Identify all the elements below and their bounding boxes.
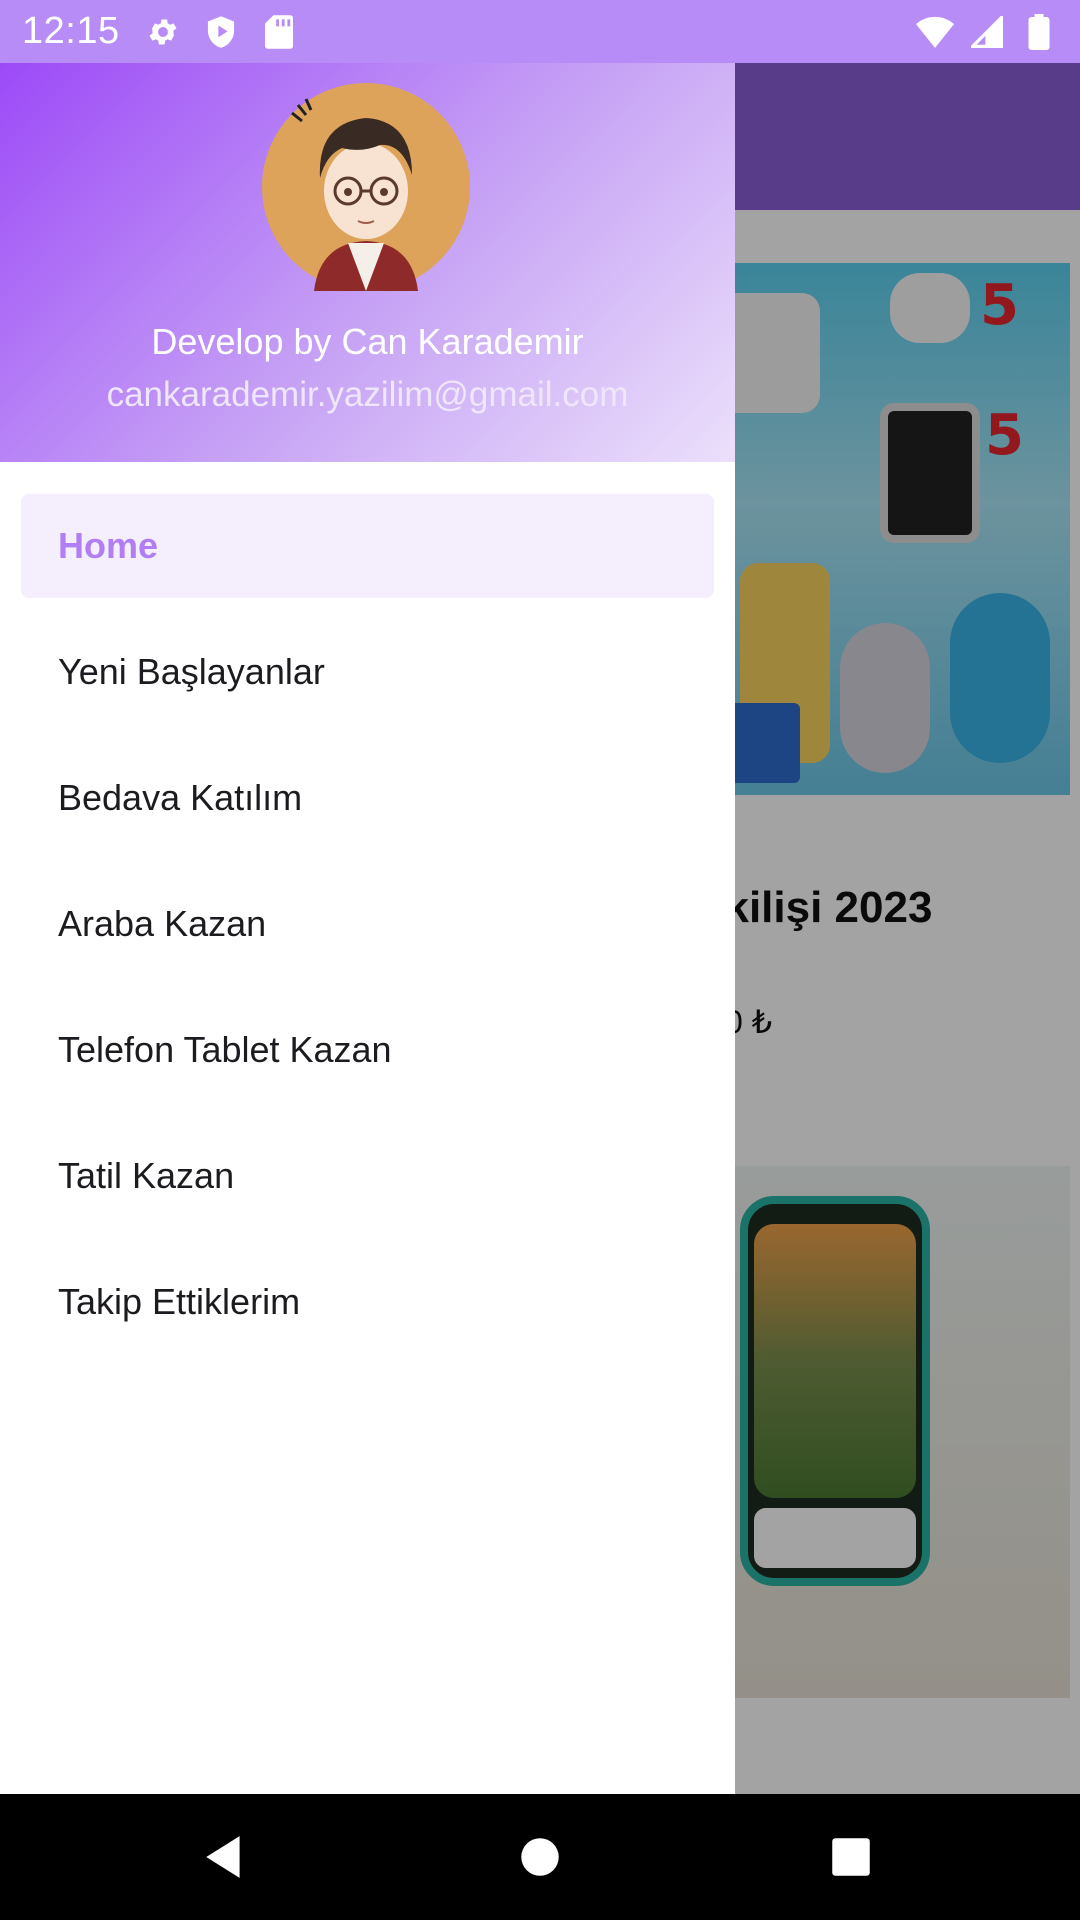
menu-item-home[interactable]: Home bbox=[21, 494, 714, 598]
menu-item-bedava-katilim[interactable]: Bedava Katılım bbox=[21, 746, 714, 850]
wifi-icon bbox=[916, 13, 954, 51]
sd-card-icon bbox=[260, 13, 298, 51]
home-icon[interactable] bbox=[515, 1832, 565, 1882]
avatar bbox=[262, 83, 470, 291]
menu-item-telefon-tablet-kazan[interactable]: Telefon Tablet Kazan bbox=[21, 998, 714, 1102]
signal-icon bbox=[968, 13, 1006, 51]
developer-name: Develop by Can Karademir bbox=[151, 321, 584, 362]
menu-item-label: Yeni Başlayanlar bbox=[58, 651, 325, 692]
menu-item-label: Takip Ettiklerim bbox=[58, 1281, 301, 1322]
menu-item-label: Home bbox=[58, 525, 159, 566]
menu-item-yeni-baslayanlar[interactable]: Yeni Başlayanlar bbox=[21, 620, 714, 724]
status-time: 12:15 bbox=[22, 10, 120, 52]
menu-item-label: Telefon Tablet Kazan bbox=[58, 1029, 392, 1070]
status-bar: 12:15 bbox=[0, 0, 1080, 63]
menu-item-label: Araba Kazan bbox=[58, 903, 267, 944]
menu-item-label: Bedava Katılım bbox=[58, 777, 303, 818]
battery-icon bbox=[1020, 13, 1058, 51]
shield-play-icon bbox=[202, 13, 240, 51]
menu-item-tatil-kazan[interactable]: Tatil Kazan bbox=[21, 1124, 714, 1228]
menu-item-label: Tatil Kazan bbox=[58, 1155, 235, 1196]
gear-icon bbox=[144, 13, 182, 51]
drawer-header: Develop by Can Karademir cankarademir.ya… bbox=[0, 63, 735, 462]
back-icon[interactable] bbox=[200, 1832, 250, 1882]
developer-email: cankarademir.yazilim@gmail.com bbox=[106, 375, 629, 414]
recents-icon[interactable] bbox=[826, 1832, 876, 1882]
navigation-drawer: Develop by Can Karademir cankarademir.ya… bbox=[0, 63, 735, 1794]
menu-item-takip-ettiklerim[interactable]: Takip Ettiklerim bbox=[21, 1250, 714, 1354]
system-navigation-bar bbox=[0, 1794, 1080, 1920]
menu-item-araba-kazan[interactable]: Araba Kazan bbox=[21, 872, 714, 976]
drawer-menu: Home Yeni Başlayanlar Bedava Katılım Ara… bbox=[0, 494, 735, 1376]
